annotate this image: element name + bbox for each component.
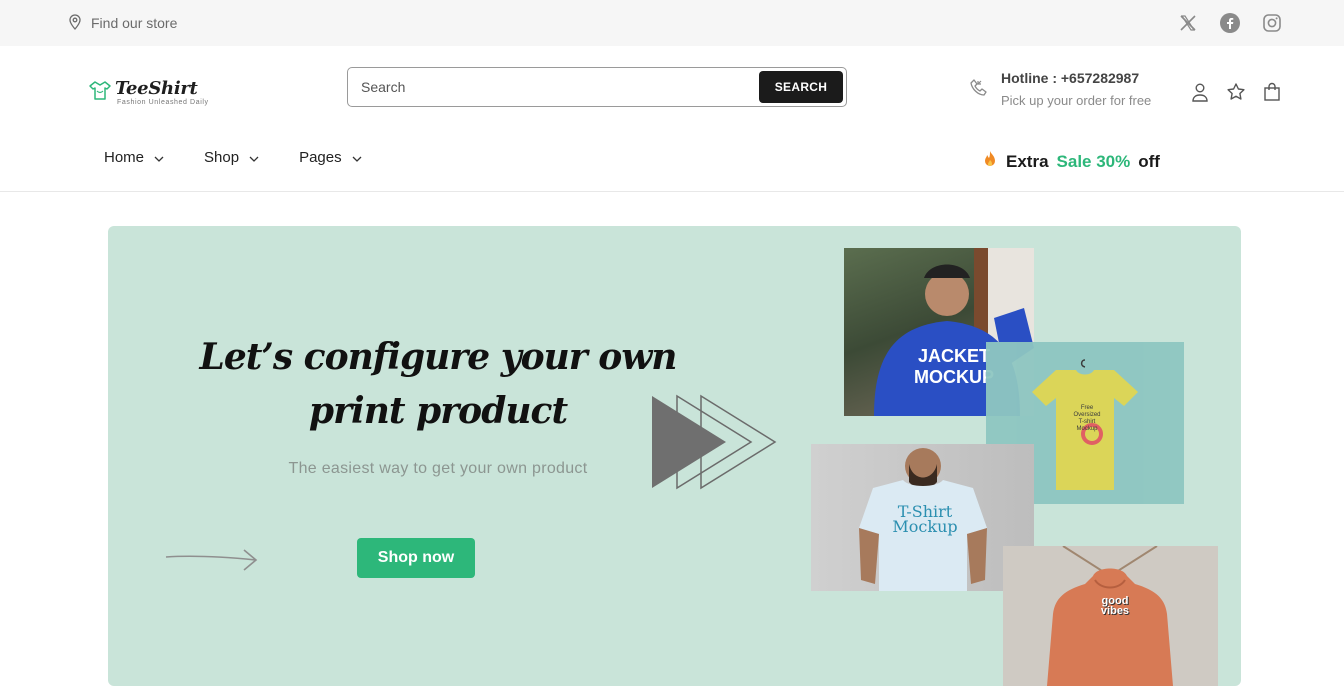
yellow-tee-line2: Oversized [1073, 412, 1101, 418]
chevron-down-icon [352, 149, 362, 166]
promo-banner: Extra Sale 30% off [982, 150, 1160, 173]
map-pin-icon [68, 13, 82, 33]
search-bar: SEARCH [347, 67, 847, 107]
social-links [1178, 13, 1282, 33]
hero-title-line1: Let’s configure your own [199, 336, 678, 378]
shop-now-button[interactable]: Shop now [357, 538, 475, 578]
nav-item-label: Home [104, 149, 145, 166]
bag-icon[interactable] [1262, 82, 1282, 102]
main-nav: Home Shop Pages Extra Sale 30% off [0, 130, 1344, 192]
arrow-right-icon [164, 548, 260, 577]
play-arrows-icon [651, 394, 779, 495]
nav-item-pages[interactable]: Pages [299, 149, 362, 166]
yellow-tee-line3: T-shirt [1078, 419, 1096, 425]
tshirt-mockup-image: T-Shirt Mockup [811, 444, 1034, 591]
chevron-down-icon [154, 149, 164, 166]
logo-name: TeeShirt [115, 78, 198, 99]
yellow-tee-line4: Mockup [1076, 426, 1098, 432]
tshirt-logo-icon [88, 79, 112, 106]
white-tee-line2: Mockup [892, 517, 958, 536]
promo-extra: Extra [1006, 151, 1049, 171]
logo-tagline: Fashion Unleashed Daily [117, 99, 209, 106]
nav-menu: Home Shop Pages [104, 149, 362, 166]
instagram-icon[interactable] [1262, 13, 1282, 33]
user-icon[interactable] [1190, 82, 1210, 102]
chevron-down-icon [249, 149, 259, 166]
find-store-label: Find our store [91, 15, 178, 31]
promo-sale: Sale 30% [1056, 151, 1131, 171]
search-input[interactable] [351, 79, 759, 95]
nav-item-label: Shop [204, 149, 240, 166]
header-actions [1190, 82, 1282, 102]
facebook-icon[interactable] [1220, 13, 1240, 33]
hotline-block: Hotline : +657282987 Pick up your order … [969, 70, 1151, 108]
hero-title-line2: print product [308, 390, 568, 432]
nav-item-home[interactable]: Home [104, 149, 164, 166]
nav-item-label: Pages [299, 149, 342, 166]
hotline-subtitle: Pick up your order for free [1001, 93, 1152, 108]
phone-icon [969, 78, 989, 108]
hoodie-text-line2: vibes [1100, 605, 1130, 617]
nav-item-shop[interactable]: Shop [204, 149, 259, 166]
yellow-tee-line1: Free [1080, 405, 1094, 411]
fire-icon [982, 150, 998, 173]
find-store-link[interactable]: Find our store [68, 13, 178, 33]
main-header: TeeShirt Fashion Unleashed Daily SEARCH … [0, 46, 1344, 130]
jacket-text-line2: MOCKUP [914, 367, 994, 387]
top-bar: Find our store [0, 0, 1344, 46]
promo-off: off [1138, 151, 1160, 171]
x-twitter-icon[interactable] [1178, 13, 1198, 33]
hotline-number: Hotline : +657282987 [1001, 70, 1140, 86]
search-button[interactable]: SEARCH [759, 71, 843, 103]
hoodie-mockup-image: good vibes [1003, 546, 1218, 686]
logo[interactable]: TeeShirt Fashion Unleashed Daily [88, 79, 209, 106]
hero-banner: Let’s configure your own print product T… [108, 226, 1241, 686]
star-icon[interactable] [1226, 82, 1246, 102]
jacket-text-line1: JACKET [917, 346, 990, 366]
